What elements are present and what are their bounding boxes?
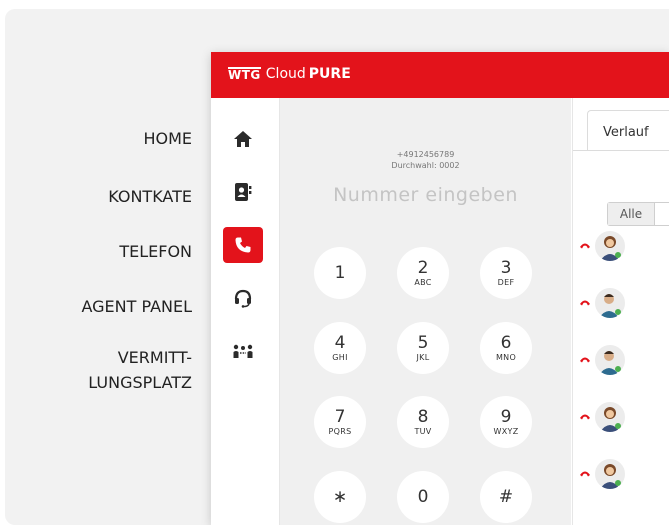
- key-letters: PQRS: [328, 427, 352, 436]
- brand-mark: WTG: [228, 66, 261, 82]
- key-letters: TUV: [414, 427, 432, 436]
- call-row[interactable]: [573, 228, 669, 268]
- key-5[interactable]: 5 JKL: [397, 322, 449, 374]
- tab-history[interactable]: Verlauf: [587, 110, 669, 150]
- key-1[interactable]: 1: [314, 247, 366, 299]
- key-4[interactable]: 4 GHI: [314, 322, 366, 374]
- label-switchboard-line2: LUNGSPLATZ: [88, 373, 192, 392]
- woman-avatar: [595, 231, 625, 261]
- nav-item-contacts[interactable]: [223, 174, 263, 210]
- key-digit: 0: [417, 487, 429, 507]
- dialer-panel: +4912456789 Durchwahl: 0002 Nummer einge…: [280, 98, 571, 525]
- key-letters: MNO: [495, 353, 517, 362]
- key-6[interactable]: 6 MNO: [480, 322, 532, 374]
- label-switchboard-line1: VERMITT-: [117, 348, 192, 367]
- key-3[interactable]: 3 DEF: [480, 247, 532, 299]
- key-letters: GHI: [332, 353, 348, 362]
- key-digit: 8: [417, 407, 429, 427]
- label-contacts: KONTKATE: [108, 187, 192, 206]
- key-letters: WXYZ: [493, 427, 519, 436]
- brand-logo: WTG Cloud PURE: [228, 66, 351, 82]
- nav-item-agent-panel[interactable]: [223, 280, 263, 316]
- key-digit: #: [498, 487, 514, 507]
- missed-call-icon: [580, 300, 590, 306]
- key-digit: 1: [334, 263, 346, 283]
- call-row[interactable]: [573, 342, 669, 382]
- key-letters: DEF: [497, 278, 515, 287]
- key-digit: 9: [500, 407, 512, 427]
- missed-call-icon: [580, 243, 590, 249]
- key-9[interactable]: 9 WXYZ: [480, 396, 532, 448]
- man-avatar: [595, 345, 625, 375]
- missed-call-icon: [580, 414, 590, 420]
- headset-icon: [234, 289, 252, 308]
- label-phone: TELEFON: [119, 242, 192, 261]
- woman-avatar: [595, 402, 625, 432]
- key-8[interactable]: 8 TUV: [397, 396, 449, 448]
- tab-divider: [573, 150, 669, 151]
- key-letters: ABC: [414, 278, 432, 287]
- phone-icon: [235, 237, 251, 253]
- key-digit: ∗: [332, 487, 348, 507]
- woman-avatar: [595, 459, 625, 489]
- key-digit: 4: [334, 333, 346, 353]
- own-number: +4912456789: [396, 150, 455, 159]
- man-avatar: [595, 288, 625, 318]
- nav-item-switchboard[interactable]: [223, 334, 263, 370]
- home-icon: [234, 131, 252, 147]
- nav-item-phone[interactable]: [223, 227, 263, 263]
- sidebar-nav: [211, 98, 280, 525]
- call-row[interactable]: [573, 456, 669, 496]
- key-0[interactable]: 0: [397, 471, 449, 523]
- missed-call-icon: [580, 357, 590, 363]
- call-row[interactable]: [573, 399, 669, 439]
- key-letters: JKL: [416, 353, 430, 362]
- key-star[interactable]: ∗: [314, 471, 366, 523]
- contacts-icon: [235, 183, 252, 201]
- brand-cloud: Cloud: [265, 66, 306, 82]
- missed-call-icon: [580, 471, 590, 477]
- switchboard-icon: [233, 344, 253, 358]
- filter-all-button[interactable]: Alle: [608, 203, 655, 225]
- key-hash[interactable]: #: [480, 471, 532, 523]
- key-digit: 2: [417, 258, 429, 278]
- history-panel: Verlauf Alle: [572, 98, 669, 525]
- key-2[interactable]: 2 ABC: [397, 247, 449, 299]
- top-bar: WTG Cloud PURE: [211, 52, 669, 98]
- label-agent-panel: AGENT PANEL: [81, 297, 192, 316]
- key-digit: 6: [500, 333, 512, 353]
- label-home: HOME: [143, 129, 192, 148]
- extension-number: Durchwahl: 0002: [391, 161, 460, 170]
- app-window: WTG Cloud PURE +4912456789 Durchwahl: 00…: [211, 52, 669, 525]
- key-7[interactable]: 7 PQRS: [314, 396, 366, 448]
- filter-bar: Alle: [607, 202, 669, 226]
- nav-item-home[interactable]: [223, 121, 263, 157]
- number-input[interactable]: Nummer eingeben: [280, 184, 571, 206]
- key-digit: 3: [500, 258, 512, 278]
- brand-pure: PURE: [308, 66, 351, 82]
- call-row[interactable]: [573, 285, 669, 325]
- key-digit: 5: [417, 333, 429, 353]
- key-digit: 7: [334, 407, 346, 427]
